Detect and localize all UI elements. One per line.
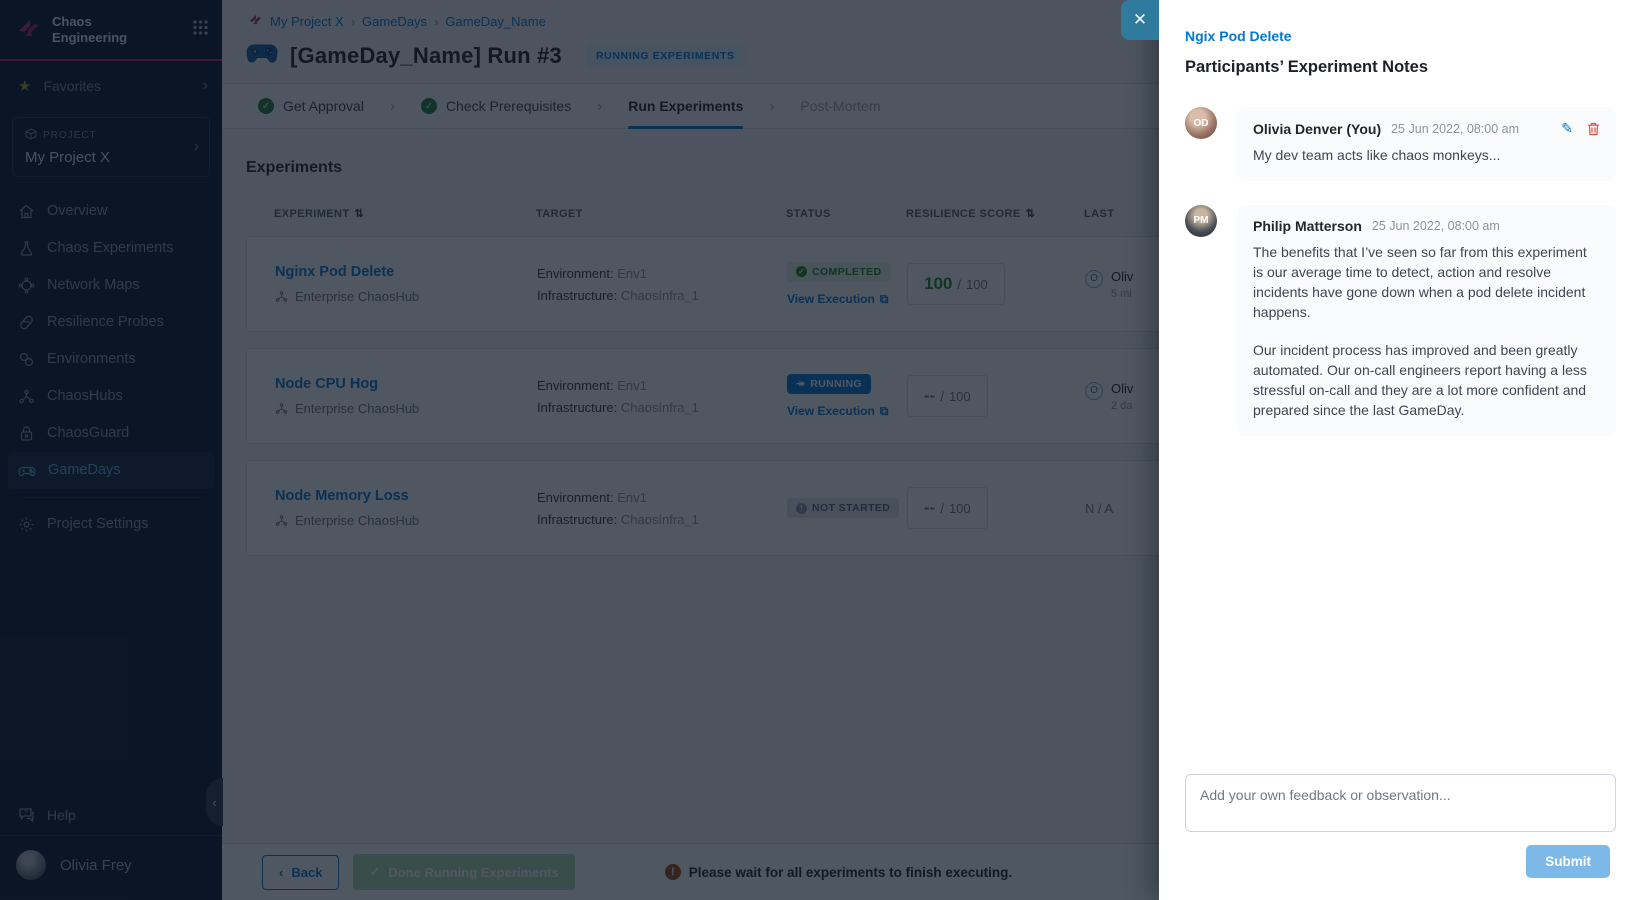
delete-note-icon[interactable] <box>1587 122 1600 136</box>
note-date: 25 Jun 2022, 08:00 am <box>1372 219 1500 233</box>
drawer-title: Participants’ Experiment Notes <box>1185 58 1616 77</box>
note-text: The benefits that I’ve seen so far from … <box>1253 243 1600 421</box>
note-card: Philip Matterson 25 Jun 2022, 08:00 am T… <box>1237 205 1616 436</box>
avatar: PM <box>1185 205 1217 237</box>
note-item: PM Philip Matterson 25 Jun 2022, 08:00 a… <box>1185 205 1616 436</box>
note-item: OD Olivia Denver (You) 25 Jun 2022, 08:0… <box>1185 107 1616 181</box>
feedback-textarea[interactable] <box>1185 774 1616 832</box>
drawer-experiment-link[interactable]: Ngix Pod Delete <box>1185 28 1616 44</box>
submit-button[interactable]: Submit <box>1526 845 1610 878</box>
note-author: Olivia Denver (You) <box>1253 121 1381 137</box>
note-text: My dev team acts like chaos monkeys... <box>1253 146 1600 166</box>
modal-scrim[interactable] <box>0 0 1159 900</box>
app-window: Chaos Engineering ★ Favorites › PROJECT … <box>0 0 1642 900</box>
edit-note-icon[interactable]: ✎ <box>1561 120 1573 137</box>
note-card: Olivia Denver (You) 25 Jun 2022, 08:00 a… <box>1237 107 1616 181</box>
spacer <box>1185 436 1616 774</box>
note-author: Philip Matterson <box>1253 218 1362 234</box>
avatar: OD <box>1185 107 1217 139</box>
close-drawer-button[interactable]: ✕ <box>1121 0 1159 40</box>
note-date: 25 Jun 2022, 08:00 am <box>1391 122 1519 136</box>
submit-row: Submit <box>1185 845 1616 878</box>
notes-list: OD Olivia Denver (You) 25 Jun 2022, 08:0… <box>1185 107 1616 436</box>
notes-drawer: ✕ Ngix Pod Delete Participants’ Experime… <box>1159 0 1642 900</box>
close-icon: ✕ <box>1133 10 1147 30</box>
